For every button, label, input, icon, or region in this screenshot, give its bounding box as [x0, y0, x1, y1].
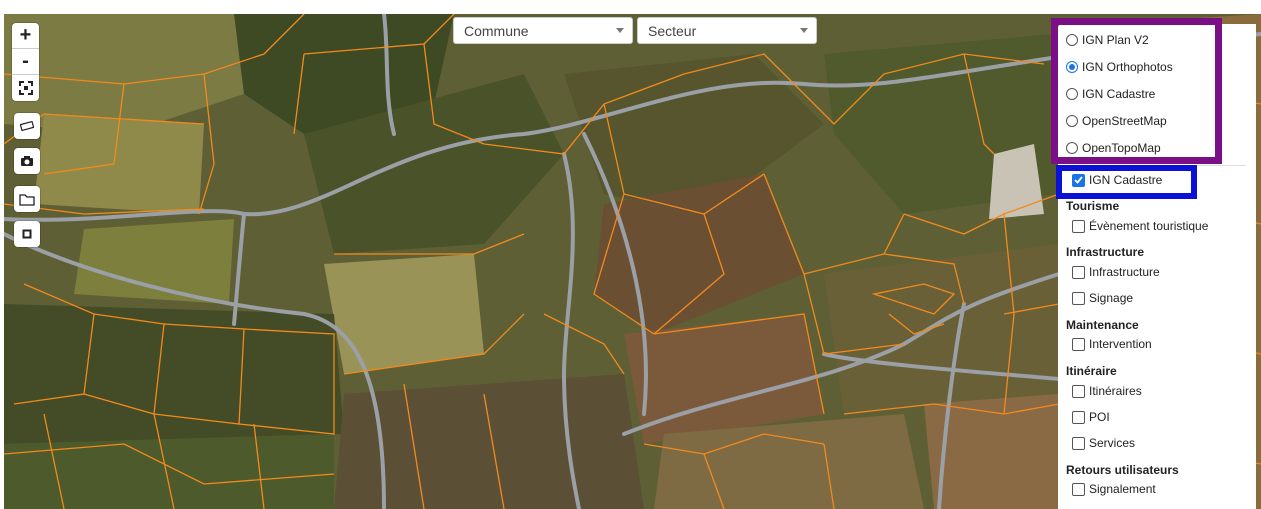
- fullscreen-icon: [18, 81, 33, 95]
- checkbox[interactable]: [1072, 410, 1085, 424]
- camera-icon: [21, 156, 33, 166]
- zoom-control: + -: [12, 23, 39, 101]
- layer-label: Itinéraires: [1089, 384, 1142, 398]
- commune-select-value: Commune: [464, 22, 529, 39]
- ruler-icon: [20, 121, 34, 131]
- layer-services[interactable]: Services: [1072, 434, 1135, 452]
- layer-label: Signage: [1089, 291, 1134, 305]
- checkbox[interactable]: [1072, 436, 1085, 450]
- layer-poi[interactable]: POI: [1072, 408, 1110, 426]
- layer-infrastructure[interactable]: Infrastructure: [1072, 263, 1160, 281]
- screenshot-button[interactable]: [14, 148, 40, 174]
- commune-select[interactable]: Commune: [453, 17, 633, 44]
- draw-shape-button[interactable]: [14, 221, 40, 247]
- zoom-in-button[interactable]: +: [12, 23, 39, 49]
- checkbox[interactable]: [1072, 337, 1085, 351]
- zoom-out-button[interactable]: -: [12, 49, 39, 75]
- square-draw-icon: [22, 229, 32, 239]
- layer-label: Infrastructure: [1089, 265, 1160, 279]
- measure-button[interactable]: [14, 113, 40, 139]
- chevron-down-icon: [800, 28, 808, 33]
- checkbox[interactable]: [1072, 291, 1085, 305]
- group-title-itineraire: Itinéraire: [1066, 364, 1117, 378]
- base-layers-highlight: [1051, 18, 1222, 164]
- layer-signage[interactable]: Signage: [1072, 289, 1133, 307]
- group-title-retours-utilisateurs: Retours utilisateurs: [1066, 463, 1179, 477]
- checkbox[interactable]: [1072, 482, 1085, 496]
- layer-label: POI: [1089, 410, 1110, 424]
- checkbox[interactable]: [1072, 265, 1085, 279]
- secteur-select[interactable]: Secteur: [637, 17, 817, 44]
- layer-evenement-touristique[interactable]: Évènement touristique: [1072, 217, 1208, 235]
- folder-icon: [19, 193, 35, 206]
- layer-intervention[interactable]: Intervention: [1072, 335, 1152, 353]
- secteur-select-value: Secteur: [648, 22, 697, 39]
- layer-label: Évènement touristique: [1089, 219, 1209, 233]
- group-title-tourisme: Tourisme: [1066, 199, 1120, 213]
- checkbox[interactable]: [1072, 384, 1085, 398]
- checkbox[interactable]: [1072, 219, 1085, 233]
- group-title-infrastructure: Infrastructure: [1066, 245, 1145, 259]
- layer-label: Intervention: [1089, 337, 1152, 351]
- layer-itineraires[interactable]: Itinéraires: [1072, 382, 1142, 400]
- fullscreen-button[interactable]: [12, 75, 39, 101]
- layer-label: Services: [1089, 436, 1136, 450]
- layer-label: Signalement: [1089, 482, 1156, 496]
- group-title-maintenance: Maintenance: [1066, 318, 1139, 332]
- open-file-button[interactable]: [14, 186, 40, 212]
- overlay-highlight: [1056, 165, 1197, 199]
- chevron-down-icon: [616, 28, 624, 33]
- layer-signalement[interactable]: Signalement: [1072, 480, 1156, 498]
